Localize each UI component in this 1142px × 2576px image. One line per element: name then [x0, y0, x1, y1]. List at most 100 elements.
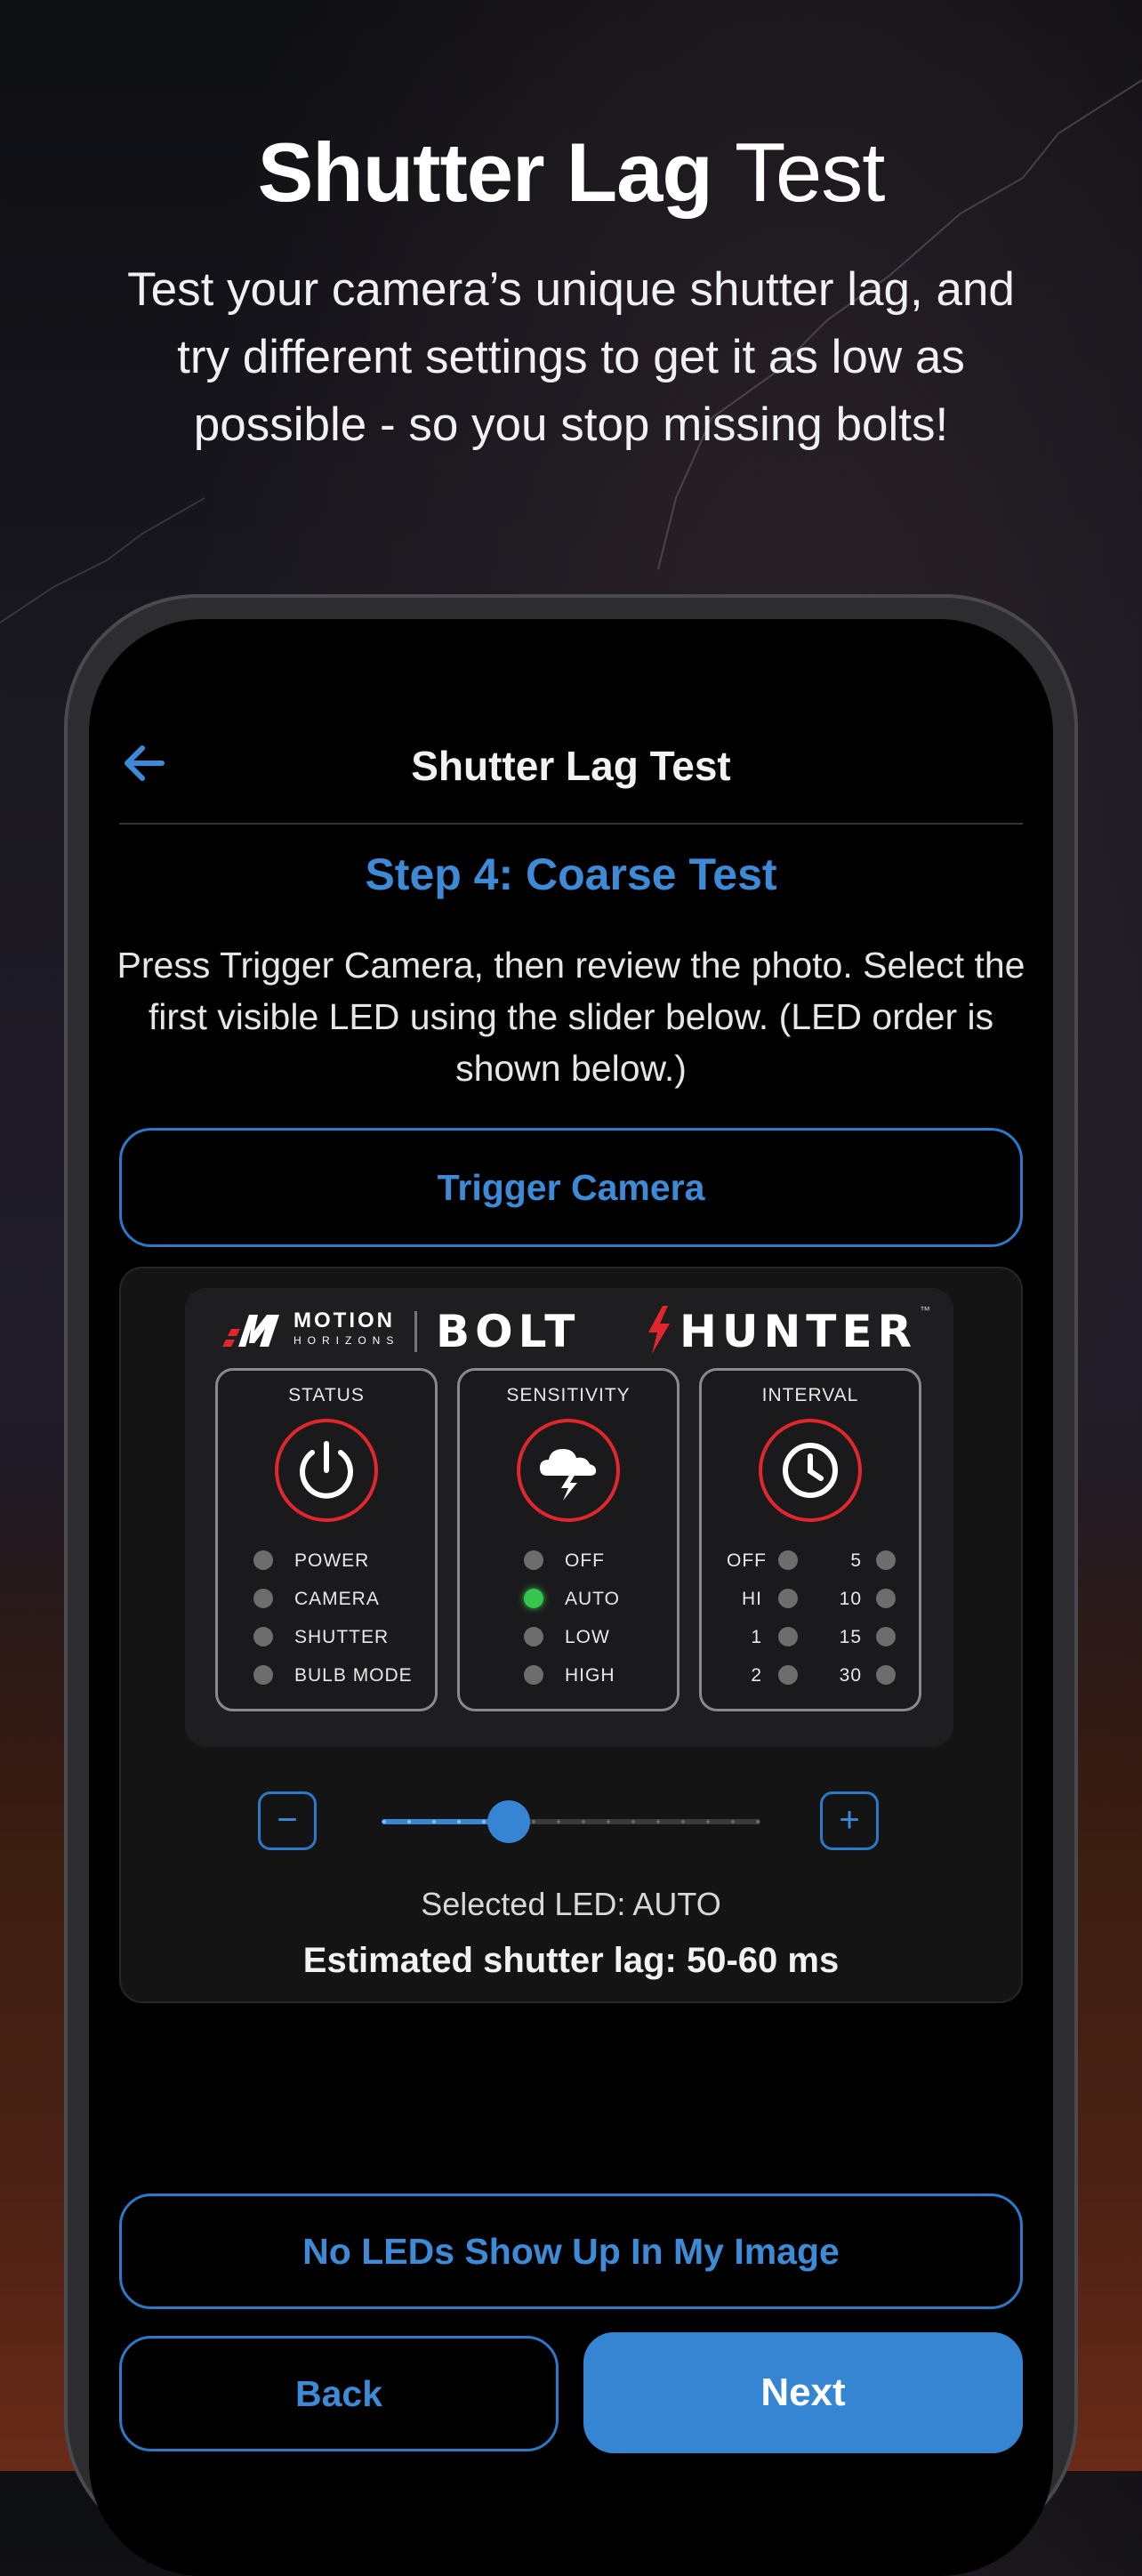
- led-label: SHUTTER: [294, 1627, 390, 1647]
- led-auto-lit: [524, 1589, 543, 1608]
- sensitivity-title: SENSITIVITY: [506, 1385, 631, 1405]
- led-row: OFF 5: [702, 1545, 919, 1577]
- led-interval: [876, 1665, 896, 1685]
- led-label: 10: [839, 1589, 862, 1609]
- led-row: SHUTTER: [218, 1622, 435, 1654]
- interval-title: INTERVAL: [761, 1385, 859, 1405]
- led-label: LOW: [565, 1627, 610, 1647]
- slider-tick: [582, 1820, 585, 1823]
- slider-tick: [382, 1820, 386, 1823]
- led-interval: [778, 1627, 798, 1646]
- interval-group: INTERVAL OFF 5 HI 10 1 15 2 30: [699, 1368, 921, 1711]
- estimated-lag-text: Estimated shutter lag: 50-60 ms: [302, 1941, 840, 1980]
- product-name-right: HUNTER: [680, 1306, 918, 1357]
- selected-led-text: Selected LED: AUTO: [421, 1886, 721, 1922]
- led-label: POWER: [294, 1550, 370, 1571]
- step-instructions: Press Trigger Camera, then review the ph…: [117, 945, 1025, 1089]
- led-label: 2: [751, 1665, 762, 1686]
- led-row: 2 30: [702, 1660, 919, 1692]
- led-row: AUTO: [460, 1583, 677, 1615]
- motion-horizons-logo-icon: [222, 1315, 279, 1347]
- trademark: ™: [920, 1304, 930, 1316]
- slider-tick: [631, 1820, 635, 1823]
- page-title: Shutter Lag Test: [411, 743, 731, 789]
- decrement-button[interactable]: −: [258, 1791, 317, 1850]
- status-group: STATUS POWER CAMERA SHUTTER BULB MODE: [215, 1368, 438, 1711]
- led-power: [253, 1550, 273, 1570]
- navbar-divider: [119, 823, 1023, 825]
- led-row: BULB MODE: [218, 1660, 435, 1692]
- slider-tick: [557, 1820, 560, 1823]
- brand-divider: [414, 1311, 417, 1352]
- app-screen: Shutter Lag Test Step 4: Coarse Test Pre…: [89, 619, 1053, 2576]
- storm-cloud-icon: [517, 1419, 620, 1522]
- status-title: STATUS: [288, 1385, 365, 1405]
- no-leds-button[interactable]: No LEDs Show Up In My Image: [119, 2194, 1023, 2309]
- power-icon: [275, 1419, 378, 1522]
- slider-tick: [756, 1820, 760, 1823]
- slider-tick: [482, 1820, 486, 1823]
- led-label: 5: [850, 1550, 862, 1571]
- led-label: OFF: [727, 1550, 767, 1571]
- led-row: HI 10: [702, 1583, 919, 1615]
- led-interval: [778, 1550, 798, 1570]
- product-name-left: BOLT: [436, 1306, 581, 1357]
- led-interval: [876, 1550, 896, 1570]
- slider-tick: [432, 1820, 436, 1823]
- led-label: CAMERA: [294, 1589, 380, 1609]
- led-shutter: [253, 1627, 273, 1646]
- slider-tick: [407, 1820, 411, 1823]
- led-row: LOW: [460, 1622, 677, 1654]
- bolt-icon: [648, 1306, 670, 1354]
- led-label: 30: [839, 1665, 862, 1686]
- led-row: 1 15: [702, 1622, 919, 1654]
- led-panel: MOTION HORIZONS BOLT HUNTER ™ STATUS POW…: [119, 1267, 1023, 2003]
- led-label: AUTO: [565, 1589, 620, 1609]
- led-row: CAMERA: [218, 1583, 435, 1615]
- slider-tick: [681, 1820, 685, 1823]
- slider-tick: [706, 1820, 710, 1823]
- slider-tick: [457, 1820, 461, 1823]
- slider-tick: [607, 1820, 610, 1823]
- increment-button[interactable]: +: [820, 1791, 879, 1850]
- headline-light: Test: [734, 125, 885, 219]
- brand-bottom: HORIZONS: [294, 1334, 400, 1347]
- led-label: OFF: [565, 1550, 605, 1571]
- led-interval: [876, 1589, 896, 1608]
- led-label: BULB MODE: [294, 1665, 413, 1686]
- led-interval: [778, 1665, 798, 1685]
- led-row: OFF: [460, 1545, 677, 1577]
- slider-tick: [532, 1820, 535, 1823]
- led-label: HIGH: [565, 1665, 615, 1686]
- back-button[interactable]: Back: [119, 2336, 559, 2451]
- bolt-hunter-device-diagram: MOTION HORIZONS BOLT HUNTER ™ STATUS POW…: [185, 1288, 953, 1747]
- marketing-subtitle: Test your camera’s unique shutter lag, a…: [127, 263, 1015, 451]
- marketing-headline: Shutter Lag Test: [0, 125, 1142, 221]
- brand-text: MOTION HORIZONS: [294, 1308, 400, 1350]
- headline-bold: Shutter Lag: [257, 125, 713, 219]
- led-off: [524, 1550, 543, 1570]
- led-row: HIGH: [460, 1660, 677, 1692]
- led-label: 1: [751, 1627, 762, 1647]
- led-high: [524, 1665, 543, 1685]
- slider-tick: [656, 1820, 660, 1823]
- step-title: Step 4: Coarse Test: [365, 849, 777, 899]
- led-interval: [876, 1627, 896, 1646]
- next-button[interactable]: Next: [583, 2332, 1023, 2453]
- trigger-camera-button[interactable]: Trigger Camera: [119, 1128, 1023, 1247]
- brand-header: MOTION HORIZONS BOLT HUNTER ™: [185, 1304, 953, 1357]
- led-interval: [778, 1589, 798, 1608]
- navbar: Shutter Lag Test: [89, 619, 1053, 825]
- slider-thumb: [487, 1800, 530, 1843]
- slider-tick: [731, 1820, 735, 1823]
- led-label: 15: [839, 1627, 862, 1647]
- sensitivity-group: SENSITIVITY OFF AUTO LOW HIGH: [457, 1368, 680, 1711]
- led-camera: [253, 1589, 273, 1608]
- clock-icon: [759, 1419, 862, 1522]
- led-label: HI: [742, 1589, 762, 1609]
- led-bulb-mode: [253, 1665, 273, 1685]
- led-low: [524, 1627, 543, 1646]
- brand-top: MOTION: [294, 1308, 395, 1332]
- led-row: POWER: [218, 1545, 435, 1577]
- led-slider[interactable]: [375, 1799, 767, 1845]
